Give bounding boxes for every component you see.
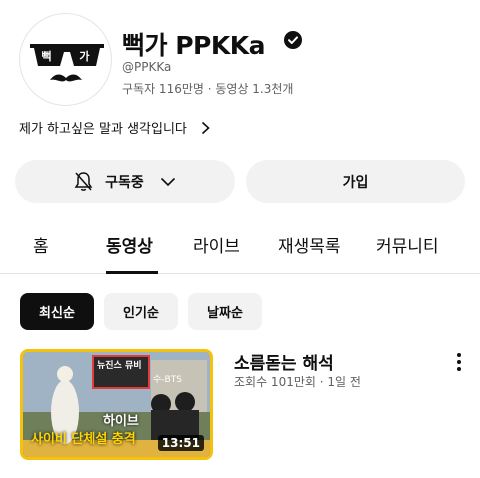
channel-handle: @PPKKa (122, 60, 172, 74)
channel-name: 뻑가 PPKKa (122, 31, 265, 60)
video-title[interactable]: 소름돋는 해석 (234, 349, 334, 374)
tab-videos[interactable]: 동영상 (106, 232, 153, 257)
thumb-text-bts: 수-BTS (153, 375, 182, 385)
join-button[interactable]: 가입 (246, 160, 465, 203)
subscribed-label: 구독중 (105, 174, 144, 191)
chip-popular[interactable]: 인기순 (104, 293, 178, 330)
tab-home[interactable]: 홈 (33, 232, 49, 257)
channel-avatar[interactable]: 뻑 가 (19, 13, 112, 106)
channel-description: 제가 하고싶은 말과 생각입니다 (19, 122, 187, 137)
subscribed-button[interactable]: 구독중 (15, 160, 235, 203)
avatar-text: 뻑 가 (41, 50, 102, 63)
channel-tabs: 홈 동영상 라이브 재생목록 커뮤니티 (0, 216, 480, 274)
video-duration: 13:51 (157, 435, 204, 451)
chevron-down-icon (160, 177, 175, 186)
thumb-text-top: 뉴진스 뮤비 (97, 361, 142, 371)
chip-latest[interactable]: 최신순 (20, 293, 94, 330)
more-vert-icon[interactable] (452, 352, 466, 372)
thumb-text-hybe: 하이브 (103, 414, 139, 429)
join-label: 가입 (342, 174, 369, 191)
tab-playlists[interactable]: 재생목록 (278, 232, 341, 257)
thumb-text-bottom: 사이비 단체설 충격 (31, 432, 136, 447)
video-meta: 조회수 101만회 · 1일 전 (234, 375, 361, 389)
active-tab-indicator (106, 271, 158, 274)
bell-off-icon (74, 172, 93, 191)
tab-community[interactable]: 커뮤니티 (376, 232, 439, 257)
channel-description-row[interactable]: 제가 하고싶은 말과 생각입니다 (19, 118, 210, 137)
chip-oldest[interactable]: 날짜순 (188, 293, 262, 330)
chevron-right-icon (201, 121, 210, 134)
tab-live[interactable]: 라이브 (193, 232, 240, 257)
channel-stats: 구독자 116만명 · 동영상 1.3천개 (122, 82, 294, 96)
verified-badge-icon (284, 31, 302, 49)
video-thumbnail[interactable]: 뉴진스 뮤비 수-BTS 하이브 사이비 단체설 충격 13:51 (20, 349, 213, 460)
